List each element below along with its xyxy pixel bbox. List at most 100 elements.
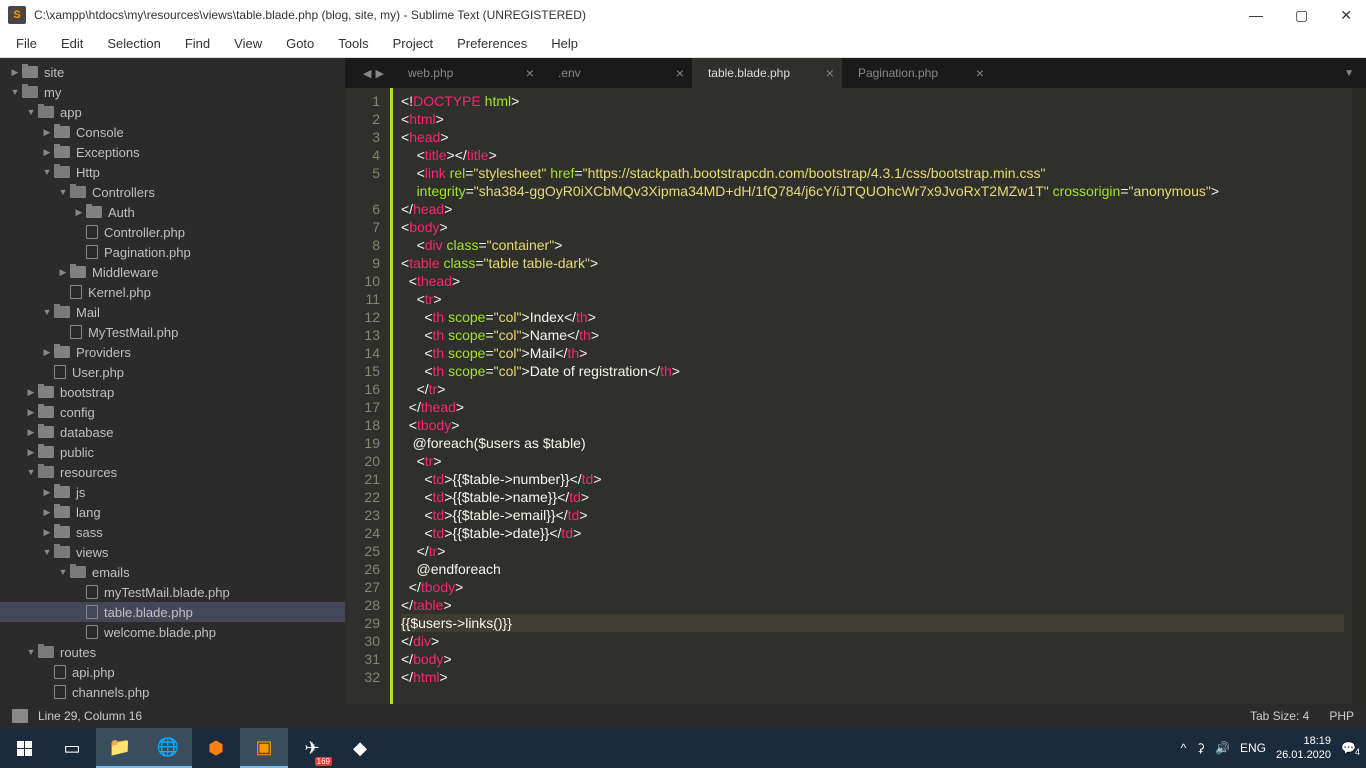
tree-folder-public[interactable]: ▶public [0, 442, 345, 462]
code-line-25[interactable]: </tr> [401, 542, 1344, 560]
menu-tools[interactable]: Tools [326, 32, 380, 55]
disclosure-arrow-icon[interactable]: ▼ [8, 87, 22, 97]
minimap[interactable] [1352, 88, 1366, 704]
code-line-2[interactable]: <html> [401, 110, 1344, 128]
code-line-6[interactable]: </head> [401, 200, 1344, 218]
tree-file-Controller-php[interactable]: Controller.php [0, 222, 345, 242]
tree-file-api-php[interactable]: api.php [0, 662, 345, 682]
clock[interactable]: 18:19 26.01.2020 [1276, 734, 1331, 762]
code-line-20[interactable]: <tr> [401, 452, 1344, 470]
tree-file-User-php[interactable]: User.php [0, 362, 345, 382]
language-indicator[interactable]: ENG [1240, 741, 1266, 755]
disclosure-arrow-icon[interactable]: ▶ [40, 147, 54, 158]
code-line-3[interactable]: <head> [401, 128, 1344, 146]
maximize-button[interactable]: ▢ [1289, 5, 1314, 26]
disclosure-arrow-icon[interactable]: ▼ [56, 187, 70, 197]
tab-size[interactable]: Tab Size: 4 [1250, 709, 1309, 723]
xampp-icon[interactable]: ⬢ [192, 728, 240, 768]
tree-folder-emails[interactable]: ▼emails [0, 562, 345, 582]
code-line-23[interactable]: <td>{{$table->email}}</td> [401, 506, 1344, 524]
code-line-21[interactable]: <td>{{$table->number}}</td> [401, 470, 1344, 488]
tree-folder-routes[interactable]: ▼routes [0, 642, 345, 662]
system-tray[interactable]: ^ ⚳ 🔊 ENG 18:19 26.01.2020 💬4 [1171, 734, 1366, 762]
disclosure-arrow-icon[interactable]: ▼ [40, 167, 54, 177]
code-line-8[interactable]: <div class="container"> [401, 236, 1344, 254]
notifications-icon[interactable]: 💬4 [1341, 741, 1356, 755]
tree-folder-Providers[interactable]: ▶Providers [0, 342, 345, 362]
tree-folder-Exceptions[interactable]: ▶Exceptions [0, 142, 345, 162]
disclosure-arrow-icon[interactable]: ▼ [56, 567, 70, 577]
code-line-13[interactable]: <th scope="col">Name</th> [401, 326, 1344, 344]
tree-file-MyTestMail-php[interactable]: MyTestMail.php [0, 322, 345, 342]
tree-folder-views[interactable]: ▼views [0, 542, 345, 562]
tree-folder-site[interactable]: ▶site [0, 62, 345, 82]
menu-selection[interactable]: Selection [95, 32, 172, 55]
file-tree[interactable]: ▶site▼my▼app▶Console▶Exceptions▼Http▼Con… [0, 58, 345, 704]
code-line-26[interactable]: @endforeach [401, 560, 1344, 578]
tree-folder-app[interactable]: ▼app [0, 102, 345, 122]
chevron-up-icon[interactable]: ^ [1181, 741, 1187, 755]
menu-goto[interactable]: Goto [274, 32, 326, 55]
code-line-24[interactable]: <td>{{$table->date}}</td> [401, 524, 1344, 542]
tab-close-icon[interactable]: × [976, 65, 984, 81]
code-line-18[interactable]: <tbody> [401, 416, 1344, 434]
disclosure-arrow-icon[interactable]: ▼ [24, 467, 38, 477]
disclosure-arrow-icon[interactable]: ▶ [24, 447, 38, 458]
code-line-17[interactable]: </thead> [401, 398, 1344, 416]
tree-file-Pagination-php[interactable]: Pagination.php [0, 242, 345, 262]
tab-close-icon[interactable]: × [676, 65, 684, 81]
code-line-5[interactable]: <link rel="stylesheet" href="https://sta… [401, 164, 1344, 200]
code-line-16[interactable]: </tr> [401, 380, 1344, 398]
tree-file-Kernel-php[interactable]: Kernel.php [0, 282, 345, 302]
code-line-28[interactable]: </table> [401, 596, 1344, 614]
tree-folder-Auth[interactable]: ▶Auth [0, 202, 345, 222]
code-line-22[interactable]: <td>{{$table->name}}</td> [401, 488, 1344, 506]
tree-folder-Console[interactable]: ▶Console [0, 122, 345, 142]
tree-folder-Controllers[interactable]: ▼Controllers [0, 182, 345, 202]
tree-folder-my[interactable]: ▼my [0, 82, 345, 102]
disclosure-arrow-icon[interactable]: ▶ [8, 67, 22, 78]
close-button[interactable]: ✕ [1334, 5, 1358, 26]
tab-Pagination-php[interactable]: Pagination.php× [842, 58, 992, 88]
tree-folder-js[interactable]: ▶js [0, 482, 345, 502]
tree-folder-sass[interactable]: ▶sass [0, 522, 345, 542]
code-line-7[interactable]: <body> [401, 218, 1344, 236]
code-line-15[interactable]: <th scope="col">Date of registration</th… [401, 362, 1344, 380]
menu-preferences[interactable]: Preferences [445, 32, 539, 55]
disclosure-arrow-icon[interactable]: ▶ [56, 267, 70, 278]
code-editor[interactable]: 1234567891011121314151617181920212223242… [345, 88, 1366, 704]
menu-file[interactable]: File [4, 32, 49, 55]
menu-help[interactable]: Help [539, 32, 590, 55]
disclosure-arrow-icon[interactable]: ▶ [40, 347, 54, 358]
start-button[interactable] [0, 728, 48, 768]
tab--env[interactable]: .env× [542, 58, 692, 88]
tree-folder-bootstrap[interactable]: ▶bootstrap [0, 382, 345, 402]
disclosure-arrow-icon[interactable]: ▶ [24, 427, 38, 438]
volume-icon[interactable]: 🔊 [1215, 741, 1230, 755]
code-line-12[interactable]: <th scope="col">Index</th> [401, 308, 1344, 326]
code-line-4[interactable]: <title></title> [401, 146, 1344, 164]
panel-icon[interactable] [12, 709, 28, 723]
syntax-label[interactable]: PHP [1329, 709, 1354, 723]
menu-edit[interactable]: Edit [49, 32, 95, 55]
disclosure-arrow-icon[interactable]: ▼ [40, 547, 54, 557]
disclosure-arrow-icon[interactable]: ▶ [40, 507, 54, 518]
tab-overflow-icon[interactable]: ▼ [1332, 68, 1366, 79]
disclosure-arrow-icon[interactable]: ▶ [72, 207, 86, 218]
tree-folder-Http[interactable]: ▼Http [0, 162, 345, 182]
tree-folder-Middleware[interactable]: ▶Middleware [0, 262, 345, 282]
code-line-19[interactable]: @foreach($users as $table) [401, 434, 1344, 452]
task-view-icon[interactable]: ▭ [48, 728, 96, 768]
sublime-icon[interactable]: ▣ [240, 728, 288, 768]
tab-close-icon[interactable]: × [826, 65, 834, 81]
code-line-27[interactable]: </tbody> [401, 578, 1344, 596]
code-line-14[interactable]: <th scope="col">Mail</th> [401, 344, 1344, 362]
disclosure-arrow-icon[interactable]: ▶ [24, 387, 38, 398]
tree-file-table-blade-php[interactable]: table.blade.php [0, 602, 345, 622]
chrome-icon[interactable]: 🌐 [144, 728, 192, 768]
minimize-button[interactable]: — [1243, 5, 1269, 26]
tab-table-blade-php[interactable]: table.blade.php× [692, 58, 842, 88]
code-content[interactable]: <!DOCTYPE html><html><head> <title></tit… [393, 88, 1352, 704]
menu-project[interactable]: Project [381, 32, 445, 55]
app-icon[interactable]: ◆ [336, 728, 384, 768]
